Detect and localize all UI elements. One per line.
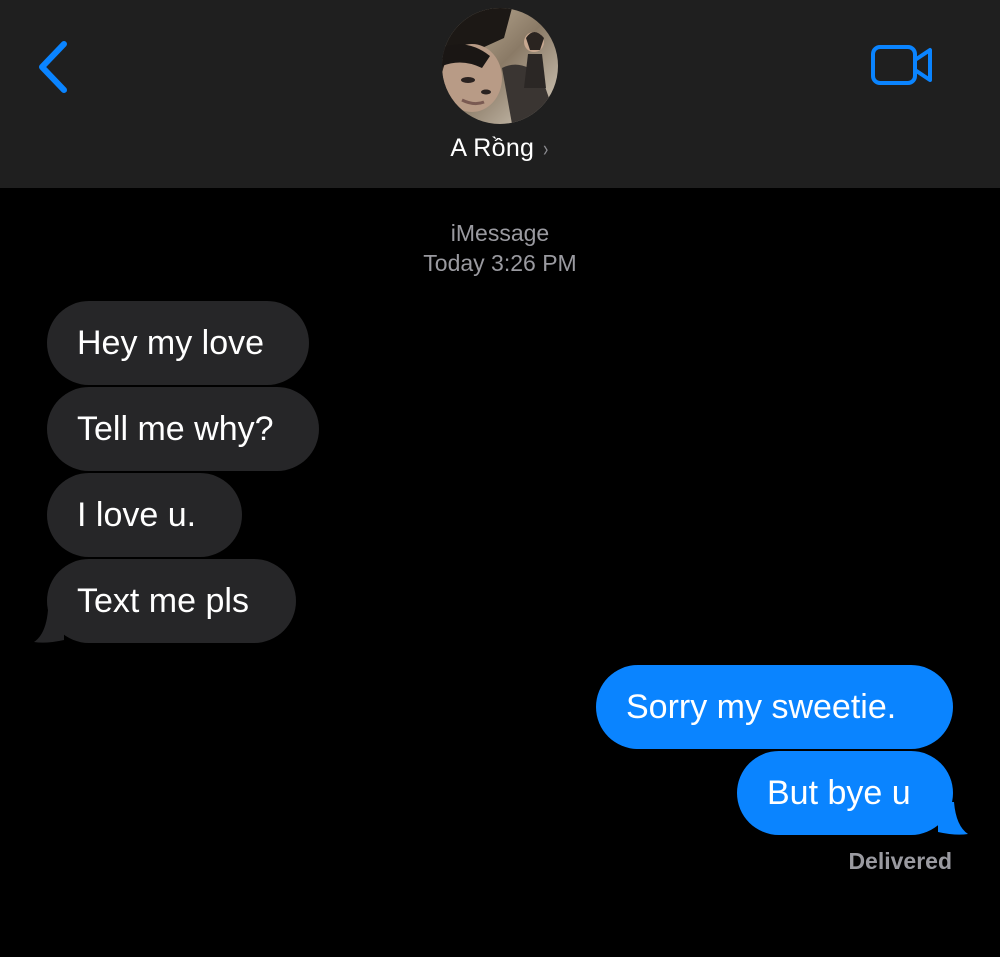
service-label: iMessage: [450, 220, 550, 246]
outgoing-message[interactable]: But bye u: [737, 751, 953, 835]
incoming-message[interactable]: Text me pls: [47, 559, 296, 643]
chevron-right-icon: ›: [543, 136, 549, 161]
incoming-message[interactable]: I love u.: [47, 473, 242, 557]
delivery-status: Delivered: [848, 848, 952, 874]
contact-name-button[interactable]: A Rồng ›: [0, 134, 1000, 163]
incoming-message[interactable]: Tell me why?: [47, 387, 319, 471]
outgoing-message[interactable]: Sorry my sweetie.: [596, 665, 953, 749]
contact-name: A Rồng: [450, 134, 535, 162]
video-call-button[interactable]: [868, 42, 938, 90]
incoming-message[interactable]: Hey my love: [47, 301, 309, 385]
timestamp: Today 3:26 PM: [423, 250, 577, 276]
avatar-photo: [442, 8, 558, 124]
outgoing-bubble-tail: [938, 802, 968, 835]
incoming-bubble-tail: [34, 610, 64, 643]
chevron-left-icon: [39, 41, 67, 93]
contact-avatar[interactable]: [442, 8, 558, 124]
video-camera-icon: [871, 45, 932, 85]
conversation-header: A Rồng ›: [0, 0, 1000, 188]
back-button[interactable]: [30, 38, 80, 96]
